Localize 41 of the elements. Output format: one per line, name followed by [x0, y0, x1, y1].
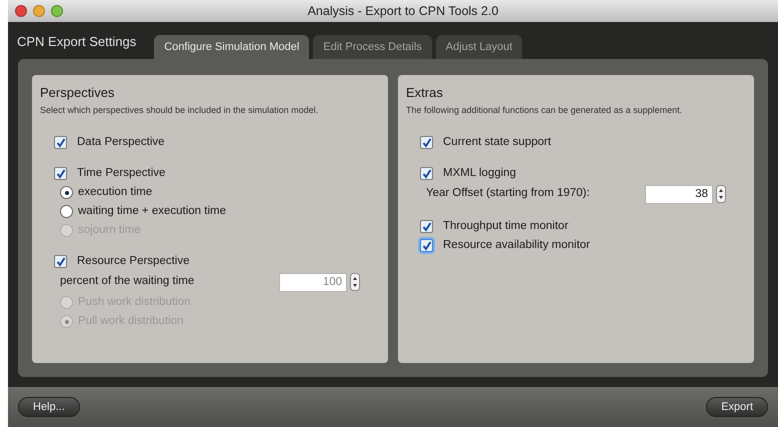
- radio-label: execution time: [78, 184, 152, 200]
- close-icon[interactable]: [15, 5, 27, 17]
- panel-title: Extras: [406, 84, 444, 102]
- export-button[interactable]: Export: [706, 397, 768, 417]
- checkmark-icon: [56, 256, 66, 266]
- panel-title: Perspectives: [40, 84, 116, 102]
- window-title: Analysis - Export to CPN Tools 2.0: [306, 2, 500, 20]
- checkbox-label: Current state support: [443, 134, 552, 150]
- checkbox-label: Resource availability monitor: [443, 238, 590, 253]
- checkbox-label: MXML logging: [443, 166, 516, 181]
- spinner-label: percent of the waiting time: [60, 274, 196, 290]
- checkmark-icon: [56, 168, 66, 178]
- checkbox-label: Time Perspective: [77, 166, 166, 181]
- checkbox[interactable]: [420, 167, 433, 180]
- settings-heading: CPN Export Settings: [17, 32, 136, 51]
- checkmark-icon: [56, 138, 66, 148]
- panel-description: The following additional functions can be generated as a supplement.: [406, 104, 684, 117]
- help-button[interactable]: Help...: [18, 397, 80, 417]
- checkbox-label: Throughput time monitor: [443, 218, 568, 234]
- checkmark-icon: [422, 168, 432, 178]
- stepper-icon[interactable]: [716, 185, 726, 203]
- checkbox-label: Resource Perspective: [77, 254, 190, 269]
- checkbox[interactable]: [420, 136, 433, 149]
- spinner-label: Year Offset (starting from 1970):: [426, 186, 591, 202]
- checkbox[interactable]: [54, 167, 67, 180]
- number-field[interactable]: 38: [645, 184, 713, 204]
- checkmark-icon: [422, 138, 432, 148]
- panel-description: Select which perspectives should be included in the simulation model.: [40, 104, 320, 117]
- radio-button[interactable]: [60, 186, 73, 199]
- zoom-icon[interactable]: [51, 5, 63, 17]
- tab[interactable]: Adjust Layout: [436, 35, 522, 59]
- stepper-icon[interactable]: [350, 273, 360, 291]
- tab[interactable]: Edit Process Details: [313, 35, 432, 59]
- checkbox[interactable]: [54, 255, 67, 268]
- radio-label: waiting time + execution time: [78, 204, 226, 219]
- radio-button[interactable]: [60, 205, 73, 218]
- tab[interactable]: Configure Simulation Model: [154, 35, 310, 59]
- checkbox[interactable]: [54, 136, 67, 149]
- checkbox[interactable]: [420, 220, 433, 233]
- minimize-icon[interactable]: [33, 5, 45, 17]
- checkbox-label: Data Perspective: [77, 134, 165, 150]
